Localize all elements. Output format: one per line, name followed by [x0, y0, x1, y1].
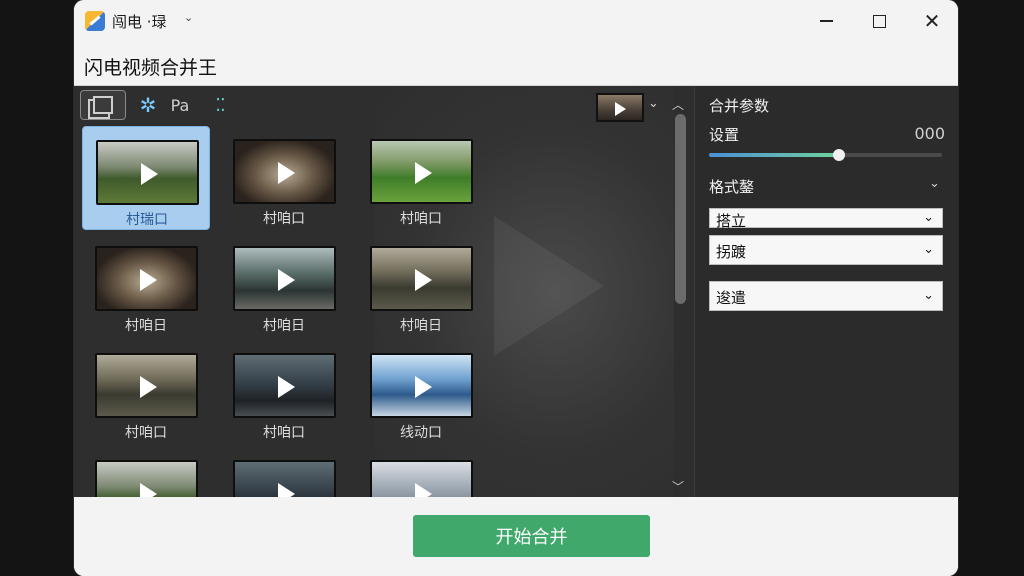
video-tile[interactable]: 村咱日 [220, 233, 348, 337]
video-thumbnail [233, 353, 336, 418]
effects-button[interactable]: ✲ [134, 90, 162, 120]
play-icon [140, 376, 157, 398]
app-logo-icon [85, 11, 105, 31]
format-select-1[interactable]: 搭立 ⌄ [709, 208, 943, 230]
video-tile[interactable]: 村咱日 [357, 233, 485, 337]
chevron-down-icon: ⌄ [923, 242, 934, 257]
scroll-up-button[interactable]: ︿ [672, 96, 684, 113]
chevron-down-icon: ⌄ [923, 288, 934, 303]
video-thumbnail [95, 460, 198, 497]
video-thumbnail [370, 246, 473, 311]
main-area: ✲ Pa ⁚⁚ ⌄ 村瑞口 村咱口 村咱口 村咱日 村咱日 村咱日 村咱口 村咱口 线动口 ︿ … [74, 86, 958, 497]
video-tile[interactable]: 村瑞口 [82, 126, 210, 230]
minimize-icon [819, 20, 833, 22]
video-thumbnail [233, 460, 336, 497]
video-thumbnail [95, 353, 198, 418]
play-icon [415, 483, 432, 497]
layout-toggle-button[interactable] [80, 90, 126, 120]
sparkle-icon: ✲ [139, 93, 157, 117]
format-section-chevron-icon[interactable]: ⌄ [929, 176, 940, 191]
preview-thumbnail[interactable] [596, 93, 644, 122]
video-tile[interactable] [220, 447, 348, 497]
play-icon [278, 376, 295, 398]
layout-icon [93, 96, 113, 114]
video-tile[interactable]: 村咱口 [82, 340, 210, 444]
merge-settings-panel: 合并参数 设置 000 格式鏊 ⌄ 搭立 ⌄ 拐踱 ⌄ 逡遣 ⌄ [694, 86, 958, 497]
video-tile[interactable]: 村咱日 [82, 233, 210, 337]
play-icon [278, 162, 295, 184]
video-label: 村咱口 [263, 211, 305, 227]
video-thumbnail [96, 140, 199, 205]
video-thumbnail [233, 139, 336, 204]
video-tile[interactable]: 村咱口 [220, 340, 348, 444]
video-label: 村瑞口 [126, 212, 168, 228]
minimize-button[interactable] [806, 8, 846, 34]
grid-dots-button[interactable]: ⁚⁚ [206, 90, 234, 120]
setting-slider[interactable] [709, 149, 942, 161]
video-label: 村咱日 [263, 318, 305, 334]
video-tile[interactable]: 村咱口 [357, 126, 485, 230]
video-thumbnail [370, 353, 473, 418]
video-thumbnail [370, 460, 473, 497]
setting-label: 设置 [709, 126, 740, 144]
toolbar: ✲ Pa ⁚⁚ ⌄ [74, 86, 694, 124]
video-tile[interactable] [82, 447, 210, 497]
close-button[interactable]: ✕ [912, 8, 952, 34]
select-value: 搭立 [716, 212, 747, 230]
play-icon [278, 269, 295, 291]
video-tile[interactable]: 村咱口 [220, 126, 348, 230]
video-tile[interactable] [357, 447, 485, 497]
footer: 开始合并 [74, 497, 958, 576]
video-label: 村咱日 [400, 318, 442, 334]
video-label: 村咱口 [125, 425, 167, 441]
video-label: 线动口 [400, 425, 442, 441]
play-icon [415, 376, 432, 398]
panel-title: 合并参数 [709, 97, 770, 115]
maximize-button[interactable] [859, 8, 899, 34]
format-select-2[interactable]: 拐踱 ⌄ [709, 235, 943, 265]
video-label: 村咱日 [125, 318, 167, 334]
page-title: 闪电视频合并王 [84, 57, 218, 79]
maximize-icon [872, 14, 886, 28]
select-value: 拐踱 [716, 243, 747, 261]
video-label: 村咱口 [400, 211, 442, 227]
start-merge-button[interactable]: 开始合并 [413, 515, 650, 557]
video-grid: 村瑞口 村咱口 村咱口 村咱日 村咱日 村咱日 村咱口 村咱口 线动口 [74, 126, 674, 497]
format-section-label: 格式鏊 [709, 178, 755, 196]
text-button[interactable]: Pa [166, 90, 194, 120]
select-value: 逡遣 [716, 289, 747, 307]
play-icon [140, 269, 157, 291]
slider-knob[interactable] [833, 149, 846, 161]
video-thumbnail [370, 139, 473, 204]
slider-fill [709, 153, 840, 157]
play-icon [415, 269, 432, 291]
title-bar: 闯电 ·琭 ⌄ ✕ [74, 0, 958, 44]
video-label: 村咱口 [263, 425, 305, 441]
video-tile[interactable]: 线动口 [357, 340, 485, 444]
format-select-3[interactable]: 逡遣 ⌄ [709, 281, 943, 311]
app-window: 闯电 ·琭 ⌄ ✕ 闪电视频合并王 ✲ Pa ⁚⁚ ⌄ 村瑞口 村咱口 村咱口 村咱日… [74, 0, 958, 576]
video-thumbnail [95, 246, 198, 311]
chevron-down-icon: ⌄ [923, 210, 934, 225]
close-icon: ✕ [923, 9, 941, 33]
app-menu-chevron-icon[interactable]: ⌄ [184, 11, 193, 24]
dots-icon: ⁚⁚ [215, 94, 226, 116]
scrollbar-thumb[interactable] [675, 114, 686, 304]
play-icon [141, 163, 158, 185]
play-icon [415, 162, 432, 184]
app-header: 闪电视频合并王 [74, 44, 958, 86]
play-icon [278, 483, 295, 497]
scroll-down-button[interactable]: ﹀ [672, 478, 684, 495]
play-icon [140, 483, 157, 497]
video-thumbnail [233, 246, 336, 311]
preview-chevron-down-icon[interactable]: ⌄ [648, 96, 659, 111]
app-name: 闯电 ·琭 [112, 13, 167, 31]
setting-value: 000 [914, 124, 945, 143]
